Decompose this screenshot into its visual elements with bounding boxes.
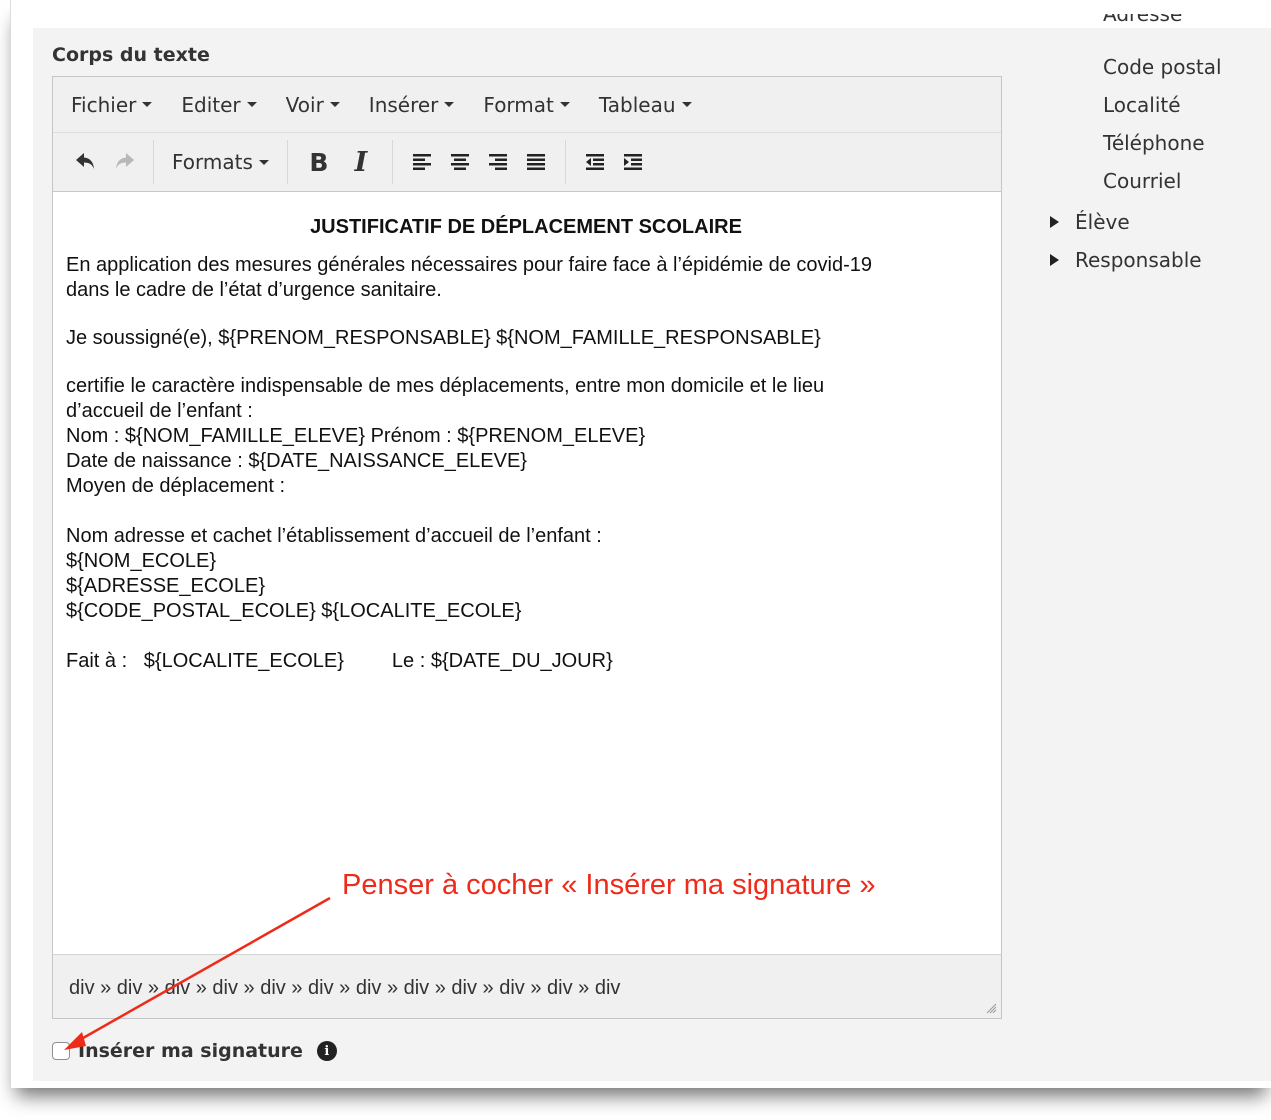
chevron-down-icon	[559, 102, 570, 107]
date-text: Le : ${DATE_DU_JOUR}	[391, 650, 613, 672]
student-name-line: Nom : ${NOM_FAMILLE_ELEVE} Prénom : ${PR…	[66, 425, 646, 447]
menu-tableau[interactable]: Tableau	[599, 93, 692, 117]
toolbar-divider	[153, 140, 154, 184]
school-city: ${CODE_POSTAL_ECOLE} ${LOCALITE_ECOLE}	[66, 600, 522, 622]
transport-line: Moyen de déplacement :	[66, 475, 286, 497]
toolbar-divider	[286, 140, 288, 184]
done-at-text: Fait à : ${LOCALITE_ECOLE}	[66, 650, 344, 672]
school-address: ${ADRESSE_ECOLE}	[66, 575, 265, 597]
school-header: Nom adresse et cachet l’établissement d’…	[66, 525, 602, 547]
indent-button[interactable]	[614, 142, 652, 182]
redo-icon	[116, 153, 134, 169]
toolbar-divider	[391, 140, 393, 184]
sidebar-item-code-postal[interactable]: Code postal	[1103, 55, 1222, 79]
chevron-down-icon	[246, 102, 257, 107]
undersigned-line: Je soussigné(e), ${PRENOM_RESPONSABLE} $…	[66, 327, 821, 349]
align-left-icon	[412, 154, 431, 170]
document-title: JUSTIFICATIF DE DÉPLACEMENT SCOLAIRE	[310, 216, 742, 238]
editor-toolbar: Formats B I	[53, 133, 1001, 192]
menu-editer[interactable]: Editer	[181, 93, 257, 117]
menu-voir[interactable]: Voir	[286, 93, 340, 117]
chevron-down-icon	[142, 102, 153, 107]
bold-button[interactable]: B	[298, 142, 340, 182]
chevron-down-icon	[258, 159, 269, 165]
intro-text: En application des mesures générales néc…	[66, 254, 873, 276]
insert-signature-checkbox[interactable]	[52, 1042, 70, 1060]
certify-text: certifie le caractère indispensable de m…	[66, 375, 825, 397]
indent-icon	[623, 154, 642, 170]
align-left-button[interactable]	[403, 142, 441, 182]
certify-text: d’accueil de l’enfant :	[66, 400, 253, 422]
signature-option[interactable]: Insérer ma signature i	[52, 1040, 337, 1062]
chevron-down-icon	[444, 102, 455, 107]
chevron-down-icon	[329, 102, 340, 107]
align-right-button[interactable]	[479, 142, 517, 182]
chevron-down-icon	[681, 102, 692, 107]
insert-signature-label[interactable]: Insérer ma signature	[78, 1040, 303, 1062]
undo-icon	[76, 153, 94, 169]
annotation-text: Penser à cocher « Insérer ma signature »	[342, 869, 876, 901]
sidebar-item-localite[interactable]: Localité	[1103, 93, 1181, 117]
signature-line: Fait à : ${LOCALITE_ECOLE} Le : ${DATE_DU…	[66, 649, 986, 674]
school-name: ${NOM_ECOLE}	[66, 550, 217, 572]
menu-fichier[interactable]: Fichier	[71, 93, 153, 117]
undo-button[interactable]	[67, 142, 105, 182]
menu-format[interactable]: Format	[483, 93, 570, 117]
element-path[interactable]: div » div » div » div » div » div » div …	[69, 977, 620, 1000]
outdent-icon	[585, 154, 604, 170]
redo-button[interactable]	[105, 142, 143, 182]
align-justify-button[interactable]	[517, 142, 555, 182]
menu-inserer[interactable]: Insérer	[369, 93, 455, 117]
align-center-button[interactable]	[441, 142, 479, 182]
toolbar-divider	[564, 140, 566, 184]
outdent-button[interactable]	[576, 142, 614, 182]
editor-menubar: Fichier Editer Voir Insérer Format Table…	[53, 77, 1001, 133]
birth-date-line: Date de naissance : ${DATE_NAISSANCE_ELE…	[66, 450, 527, 472]
sidebar-item-courriel[interactable]: Courriel	[1103, 169, 1181, 193]
formats-dropdown[interactable]: Formats	[164, 142, 277, 182]
align-justify-icon	[526, 154, 545, 170]
tree-item-responsable[interactable]: Responsable	[1050, 248, 1202, 272]
sidebar-item-telephone[interactable]: Téléphone	[1103, 131, 1205, 155]
tree-item-eleve[interactable]: Élève	[1050, 210, 1130, 234]
align-center-icon	[450, 154, 469, 170]
editor-content[interactable]: JUSTIFICATIF DE DÉPLACEMENT SCOLAIRE En …	[66, 215, 986, 674]
expand-arrow-icon	[1050, 216, 1059, 228]
align-right-icon	[488, 154, 507, 170]
intro-text: dans le cadre de l’état d’urgence sanita…	[66, 279, 442, 301]
resize-handle-icon[interactable]	[985, 1002, 997, 1014]
editor-statusbar: div » div » div » div » div » div » div …	[53, 954, 1001, 1018]
sidebar-item-adresse[interactable]: Adresse	[1103, 14, 1253, 36]
italic-button[interactable]: I	[340, 142, 382, 182]
info-circle-icon[interactable]: i	[316, 1041, 337, 1061]
section-title: Corps du texte	[52, 44, 210, 66]
expand-arrow-icon	[1050, 254, 1059, 266]
